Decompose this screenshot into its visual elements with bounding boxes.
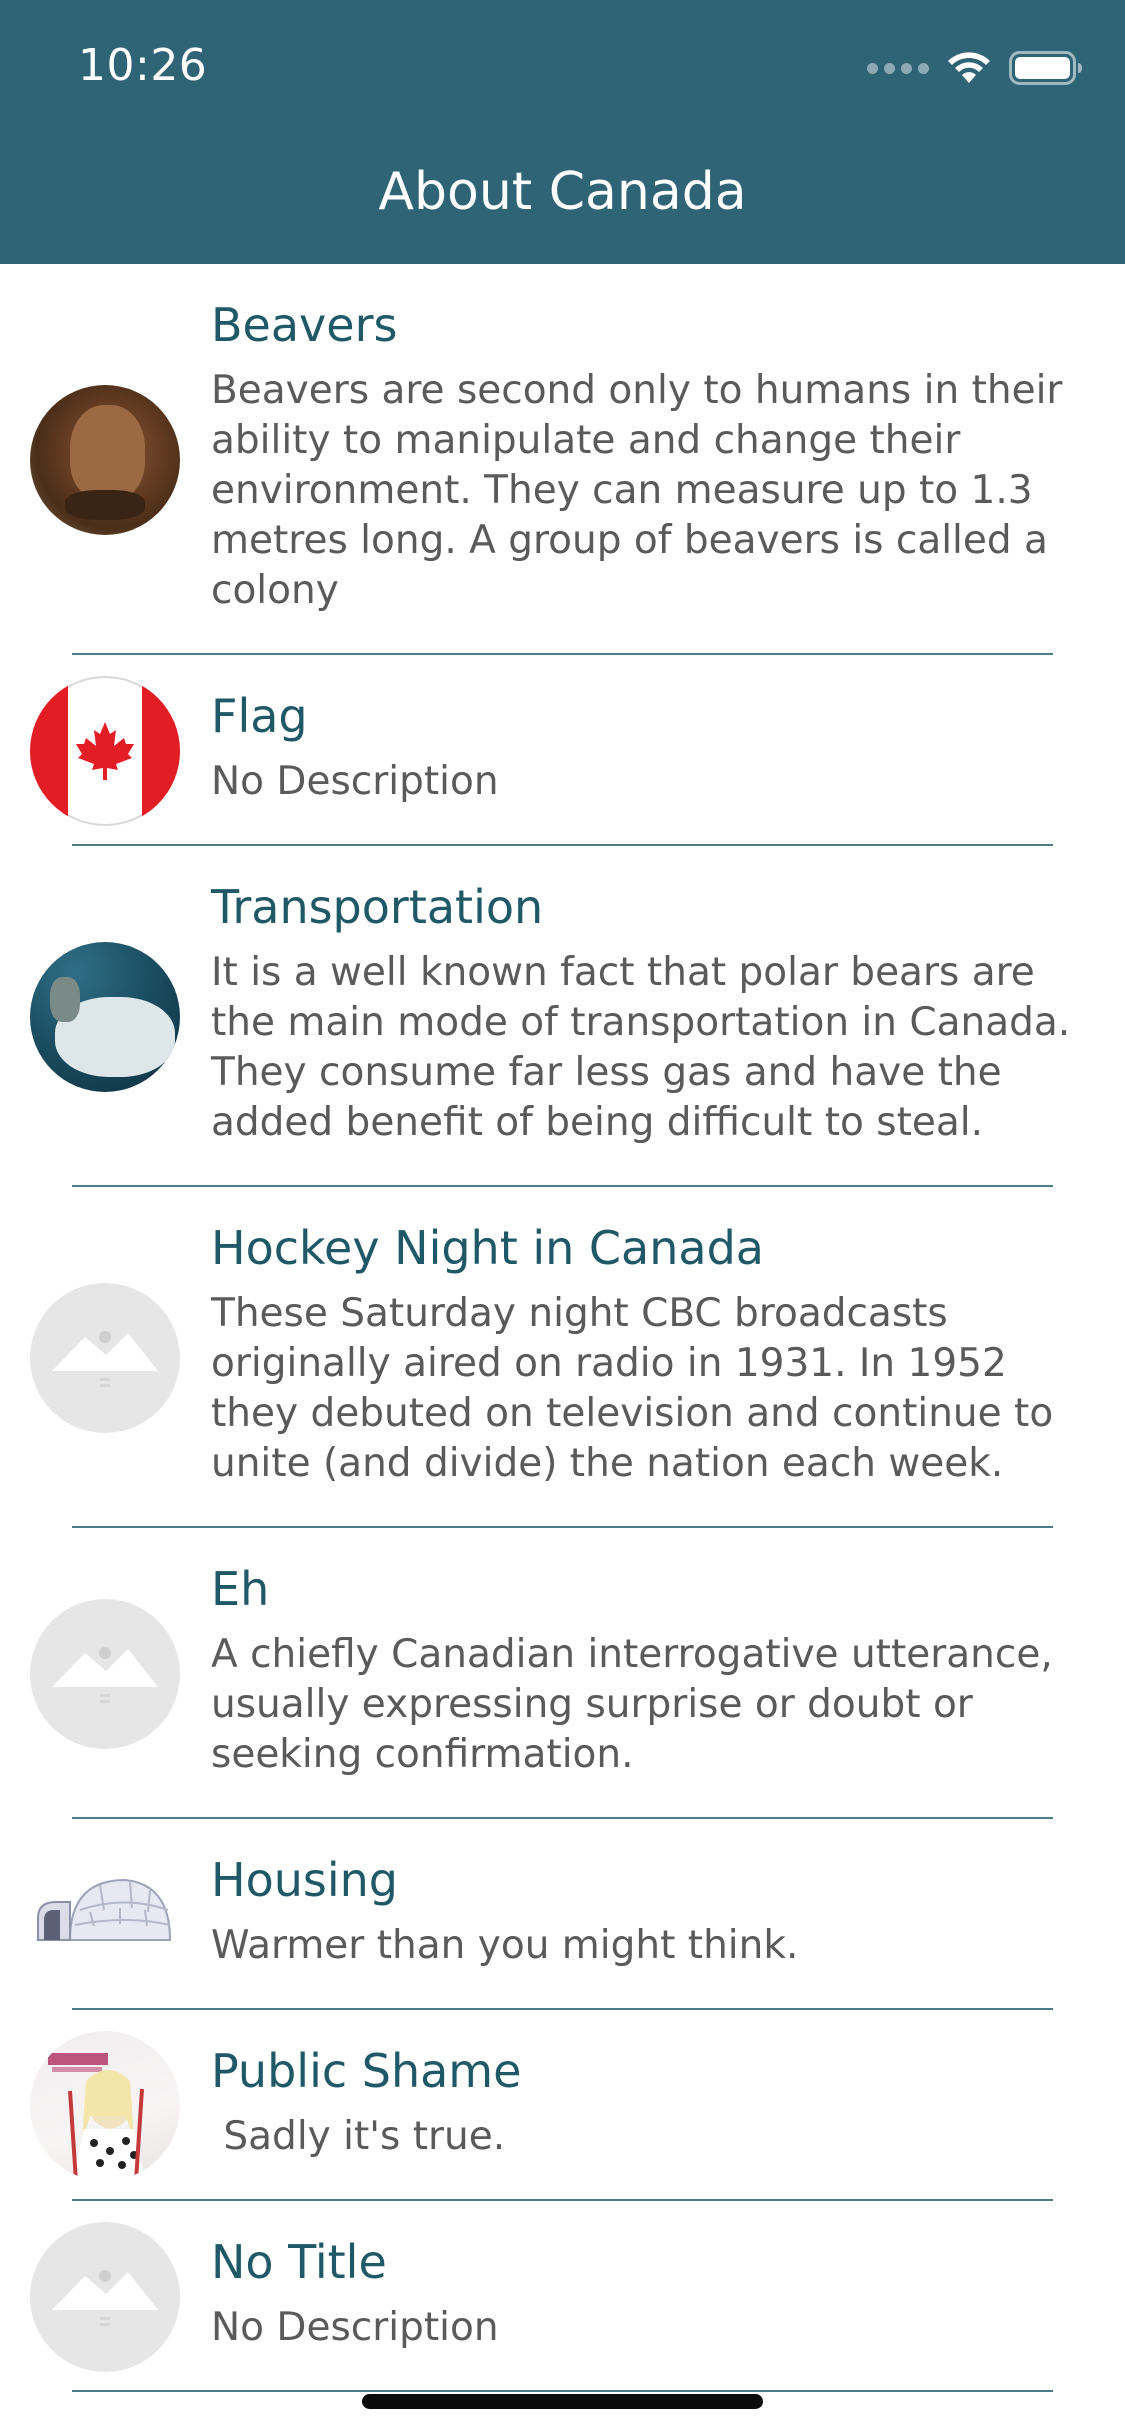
list-item[interactable]: Eh A chiefly Canadian interrogative utte… [0, 1528, 1125, 1819]
list-item[interactable]: Public Shame Sadly it's true. [0, 2010, 1125, 2201]
canada-flag-image [30, 675, 180, 826]
beaver-image [30, 384, 180, 535]
placeholder-image-icon [30, 2221, 180, 2372]
home-indicator[interactable] [362, 2394, 763, 2409]
status-indicators [867, 48, 1083, 88]
status-time: 10:26 [78, 40, 208, 91]
item-title: Transportation [211, 880, 544, 934]
item-title: No Title [211, 2235, 387, 2289]
item-description: Sadly it's true. [211, 2113, 506, 2159]
battery-icon [1009, 51, 1083, 85]
item-description: Warmer than you might think. [211, 1922, 799, 1968]
list-item[interactable]: Beavers Beavers are second only to human… [0, 264, 1125, 655]
list-item[interactable]: No Title No Description [0, 2201, 1125, 2392]
list-item[interactable]: Flag No Description [0, 655, 1125, 846]
item-description: No Description [211, 758, 499, 804]
item-title: Eh [211, 1562, 270, 1616]
facts-list: Beavers Beavers are second only to human… [0, 264, 1125, 2392]
item-description: Beavers are second only to humans in the… [211, 367, 1075, 613]
igloo-image [30, 1839, 180, 1990]
page-title: About Canada [378, 162, 747, 222]
item-description: These Saturday night CBC broadcasts orig… [211, 1290, 1066, 1486]
list-item[interactable]: Hockey Night in Canada These Saturday ni… [0, 1187, 1125, 1528]
cellular-signal-icon [867, 62, 929, 74]
item-description: No Description [211, 2304, 499, 2350]
item-title: Public Shame [211, 2044, 522, 2098]
item-title: Beavers [211, 298, 398, 352]
list-item[interactable]: Transportation It is a well known fact t… [0, 846, 1125, 1187]
item-title: Flag [211, 689, 308, 743]
item-title: Housing [211, 1853, 398, 1907]
navigation-header: 10:26 About Canada [0, 0, 1125, 264]
list-item[interactable]: Housing Warmer than you might think. [0, 1819, 1125, 2010]
album-cover-image [30, 2030, 180, 2181]
item-description: A chiefly Canadian interrogative utteran… [211, 1631, 1066, 1777]
polar-bear-image [30, 941, 180, 1092]
item-title: Hockey Night in Canada [211, 1221, 764, 1275]
maple-leaf-icon [76, 721, 134, 780]
placeholder-image-icon [30, 1598, 180, 1749]
item-description: It is a well known fact that polar bears… [211, 949, 1083, 1145]
wifi-icon [947, 51, 991, 85]
placeholder-image-icon [30, 1282, 180, 1433]
